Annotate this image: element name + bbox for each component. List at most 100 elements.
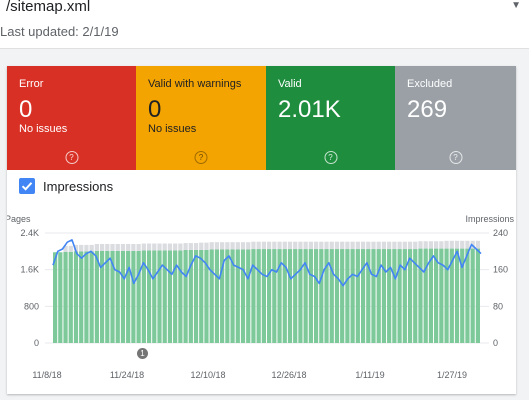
bar-excluded xyxy=(120,244,126,251)
bar-valid xyxy=(329,249,334,343)
bar-excluded xyxy=(293,241,298,250)
bar-excluded xyxy=(334,241,340,250)
bar-excluded xyxy=(199,242,204,250)
bar-excluded xyxy=(298,241,303,250)
bar-valid xyxy=(293,249,298,343)
bar-valid xyxy=(167,250,173,343)
bar-excluded xyxy=(79,244,84,252)
coverage-card: Error 0 No issues ? Valid with warnings … xyxy=(7,66,516,394)
bar-valid xyxy=(340,249,345,343)
bar-excluded xyxy=(204,242,209,250)
bar-valid xyxy=(475,248,480,343)
left-tick-label: 0 xyxy=(34,338,39,348)
bar-valid xyxy=(79,251,84,343)
left-tick-label: 1.6K xyxy=(20,265,39,275)
bar-excluded xyxy=(444,240,449,249)
x-tick-label: 11/8/18 xyxy=(32,370,61,380)
bar-valid xyxy=(392,249,397,343)
bar-excluded xyxy=(376,241,381,250)
bar-excluded xyxy=(439,241,444,249)
bar-valid xyxy=(225,249,230,343)
bar-excluded xyxy=(183,243,188,250)
bar-excluded xyxy=(261,241,266,250)
bar-valid xyxy=(308,249,313,343)
bar-excluded xyxy=(282,241,287,250)
bar-valid xyxy=(261,249,266,343)
bar-valid xyxy=(444,248,449,343)
bar-valid xyxy=(256,249,261,343)
bar-valid xyxy=(146,250,152,343)
bar-excluded xyxy=(319,241,324,250)
bar-valid xyxy=(120,250,126,343)
bar-valid xyxy=(105,250,110,343)
bar-excluded xyxy=(329,241,334,250)
bar-valid xyxy=(402,249,407,343)
bar-valid xyxy=(183,249,188,343)
bar-valid xyxy=(381,249,387,343)
bar-excluded xyxy=(167,243,173,251)
bar-valid xyxy=(272,249,277,343)
bar-excluded xyxy=(345,241,350,250)
bar-valid xyxy=(350,249,355,343)
bar-excluded xyxy=(105,244,110,251)
bar-excluded xyxy=(94,244,99,251)
bar-excluded xyxy=(126,244,131,251)
bar-excluded xyxy=(230,242,235,250)
x-tick-label: 12/26/18 xyxy=(271,370,306,380)
bar-excluded xyxy=(136,244,141,251)
bar-valid xyxy=(313,249,319,343)
bar-excluded xyxy=(407,241,413,250)
bar-excluded xyxy=(287,241,293,250)
bar-valid xyxy=(84,251,89,343)
bar-excluded xyxy=(277,241,282,250)
bar-excluded xyxy=(115,244,120,251)
right-tick-label: 0 xyxy=(493,338,498,348)
bar-excluded xyxy=(235,242,240,250)
bar-excluded xyxy=(89,244,94,252)
x-tick-label: 1/11/19 xyxy=(355,370,384,380)
bar-valid xyxy=(193,249,199,343)
bar-excluded xyxy=(460,240,465,249)
bar-excluded xyxy=(402,241,407,250)
bar-valid xyxy=(287,249,293,343)
bar-excluded xyxy=(193,243,199,250)
bar-valid xyxy=(73,251,79,343)
bar-valid xyxy=(199,249,204,343)
x-tick-label: 1/27/19 xyxy=(437,370,467,380)
bar-valid xyxy=(68,251,73,343)
coverage-chart: Pages Impressions 0 800 1.6K 2.4K 0 80 160 240 1… xyxy=(7,214,515,380)
bar-valid xyxy=(387,249,392,343)
bar-excluded xyxy=(214,242,220,250)
bar-excluded xyxy=(240,242,246,250)
bar-excluded xyxy=(371,241,376,250)
bar-valid xyxy=(53,252,58,343)
bar-excluded xyxy=(146,243,152,251)
bar-valid xyxy=(298,249,303,343)
bar-valid xyxy=(94,250,99,343)
bar-excluded xyxy=(110,244,115,251)
bar-excluded xyxy=(454,240,460,249)
bar-valid xyxy=(355,249,360,343)
bar-valid xyxy=(89,251,94,343)
bar-valid xyxy=(397,249,402,343)
bar-excluded xyxy=(99,244,105,251)
bar-excluded xyxy=(428,241,434,249)
annotation-marker[interactable]: 1 xyxy=(137,348,148,359)
bar-valid xyxy=(407,249,413,343)
bar-excluded xyxy=(381,241,387,250)
bar-valid xyxy=(282,249,287,343)
bar-valid xyxy=(240,249,246,343)
last-updated-text: Last updated: 2/1/19 xyxy=(0,24,119,39)
bar-excluded xyxy=(173,243,178,251)
bar-excluded xyxy=(141,243,146,251)
bar-valid xyxy=(418,248,423,343)
bar-excluded xyxy=(256,241,261,250)
left-tick-label: 2.4K xyxy=(20,228,39,238)
bar-valid xyxy=(345,249,350,343)
bar-excluded xyxy=(209,242,214,250)
x-tick-label: 12/10/18 xyxy=(190,370,225,380)
bar-excluded xyxy=(340,241,345,250)
chevron-down-icon[interactable]: ▼ xyxy=(511,0,521,11)
bar-valid xyxy=(334,249,340,343)
bar-valid xyxy=(371,249,376,343)
